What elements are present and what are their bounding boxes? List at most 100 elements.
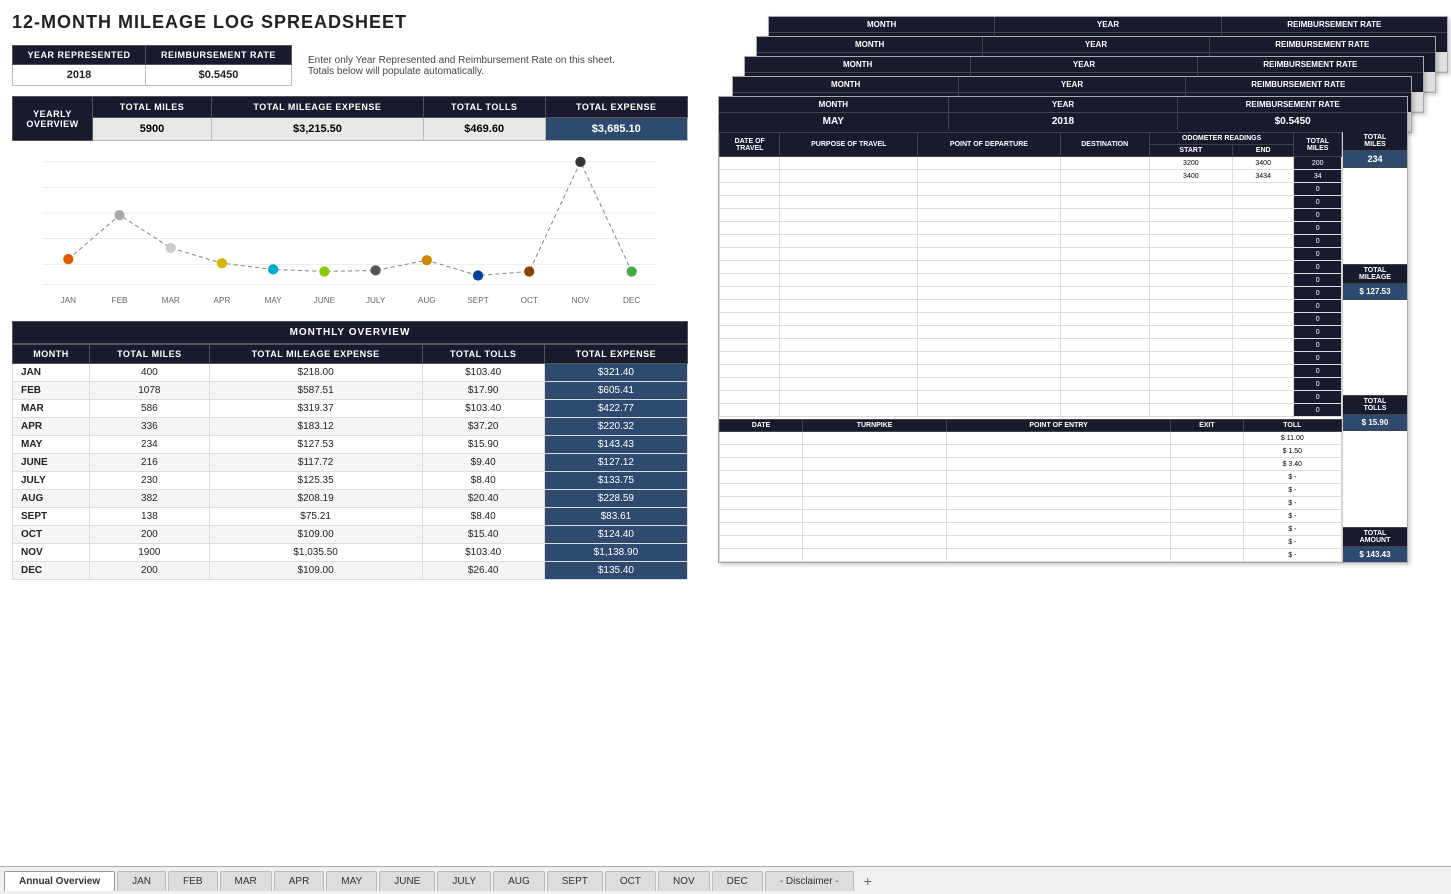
chart-dot-july — [370, 265, 380, 275]
tab-sept[interactable]: SEPT — [547, 871, 603, 891]
detail-cell — [1232, 248, 1294, 261]
toll-cell — [720, 549, 803, 562]
svg-text:JULY: JULY — [366, 296, 386, 305]
detail-cell — [918, 352, 1060, 365]
tab-feb[interactable]: FEB — [168, 871, 217, 891]
detail-cell — [1149, 313, 1232, 326]
chart-dot-aug — [422, 255, 432, 265]
may-summary: TOTALMILES 234 TOTALMILEAGE $ 127.53 TOT… — [1342, 132, 1407, 562]
monthly-cell: $20.40 — [422, 490, 544, 508]
chart-dot-may — [268, 264, 278, 274]
toll-cell — [1171, 458, 1244, 471]
detail-cell: 0 — [1294, 313, 1342, 326]
monthly-cell: 586 — [90, 400, 210, 418]
monthly-cell: $17.90 — [422, 382, 544, 400]
detail-cell — [918, 287, 1060, 300]
tab-june[interactable]: JUNE — [379, 871, 435, 891]
mo-col-tolls: TOTAL TOLLS — [422, 345, 544, 364]
detail-cell — [720, 339, 780, 352]
detail-cell — [1060, 248, 1149, 261]
detail-cell — [918, 326, 1060, 339]
summary-total-miles: 234 — [1343, 151, 1407, 168]
yearly-expense: $3,685.10 — [545, 118, 687, 141]
toll-cell — [947, 497, 1171, 510]
monthly-cell: $26.40 — [422, 562, 544, 580]
monthly-cell: 1900 — [90, 544, 210, 562]
toll-cell — [803, 549, 947, 562]
monthly-cell: $319.37 — [209, 400, 422, 418]
detail-cell — [780, 196, 918, 209]
may-year: 2018 — [949, 113, 1179, 130]
yearly-label: YEARLYOVERVIEW — [13, 97, 93, 141]
detail-cell — [918, 248, 1060, 261]
detail-cell — [1232, 287, 1294, 300]
detail-cell: 0 — [1294, 391, 1342, 404]
svg-text:AUG: AUG — [418, 296, 436, 305]
year-value[interactable]: 2018 — [13, 65, 146, 86]
monthly-cell: JUNE — [13, 454, 90, 472]
tab-mar[interactable]: MAR — [220, 871, 272, 891]
detail-cell — [780, 365, 918, 378]
chart-dot-june — [319, 266, 329, 276]
right-panel: MONTH YEAR REIMBURSEMENT RATE JANUARY 20… — [700, 0, 1451, 866]
detail-cell — [1060, 300, 1149, 313]
tab-aug[interactable]: AUG — [493, 871, 545, 891]
chart-dot-oct — [524, 266, 534, 276]
detail-cell — [918, 222, 1060, 235]
monthly-cell: $321.40 — [544, 364, 687, 382]
tab-jan[interactable]: JAN — [117, 871, 166, 891]
monthly-cell: $125.35 — [209, 472, 422, 490]
detail-cell — [1060, 378, 1149, 391]
detail-cell — [1060, 287, 1149, 300]
detail-cell — [918, 391, 1060, 404]
svg-text:JAN: JAN — [61, 296, 77, 305]
monthly-cell: $103.40 — [422, 544, 544, 562]
toll-cell — [947, 445, 1171, 458]
toll-cell — [947, 536, 1171, 549]
detail-cell — [780, 157, 918, 170]
toll-cell — [1171, 536, 1244, 549]
detail-cell — [780, 352, 918, 365]
detail-cell: 0 — [1294, 352, 1342, 365]
toll-cell — [803, 523, 947, 536]
detail-cell — [720, 391, 780, 404]
monthly-cell: $143.43 — [544, 436, 687, 454]
tab-apr[interactable]: APR — [274, 871, 325, 891]
summary-total-amount: $ 143.43 — [1343, 547, 1407, 562]
detail-cell — [1232, 391, 1294, 404]
tab-dec[interactable]: DEC — [712, 871, 763, 891]
monthly-cell: SEPT — [13, 508, 90, 526]
toll-cell — [803, 458, 947, 471]
monthly-cell: $218.00 — [209, 364, 422, 382]
monthly-cell: $8.40 — [422, 508, 544, 526]
tab---disclaimer--[interactable]: - Disclaimer - — [765, 871, 854, 891]
detail-cell — [780, 274, 918, 287]
monthly-cell: OCT — [13, 526, 90, 544]
tab-annual-overview[interactable]: Annual Overview — [4, 871, 115, 891]
toll-cell — [947, 484, 1171, 497]
detail-cell — [720, 196, 780, 209]
monthly-cell: $109.00 — [209, 562, 422, 580]
tab-oct[interactable]: OCT — [605, 871, 656, 891]
toll-cell: $ - — [1243, 497, 1341, 510]
toll-cell — [803, 497, 947, 510]
tab-july[interactable]: JULY — [437, 871, 491, 891]
yearly-miles: 5900 — [93, 118, 212, 141]
tab-nov[interactable]: NOV — [658, 871, 710, 891]
monthly-cell: 138 — [90, 508, 210, 526]
monthly-cell: $422.77 — [544, 400, 687, 418]
detail-cell — [720, 157, 780, 170]
monthly-cell: $109.00 — [209, 526, 422, 544]
detail-cell — [1149, 235, 1232, 248]
toll-cell — [947, 549, 1171, 562]
monthly-cell: $15.90 — [422, 436, 544, 454]
tab-add-button[interactable]: + — [856, 869, 880, 893]
toll-cell — [1171, 497, 1244, 510]
rate-value[interactable]: $0.5450 — [145, 65, 291, 86]
header-section: YEAR REPRESENTED REIMBURSEMENT RATE 2018… — [12, 45, 688, 86]
monthly-cell: AUG — [13, 490, 90, 508]
tab-may[interactable]: MAY — [326, 871, 377, 891]
monthly-cell: APR — [13, 418, 90, 436]
detail-cell — [720, 170, 780, 183]
detail-cell — [720, 365, 780, 378]
